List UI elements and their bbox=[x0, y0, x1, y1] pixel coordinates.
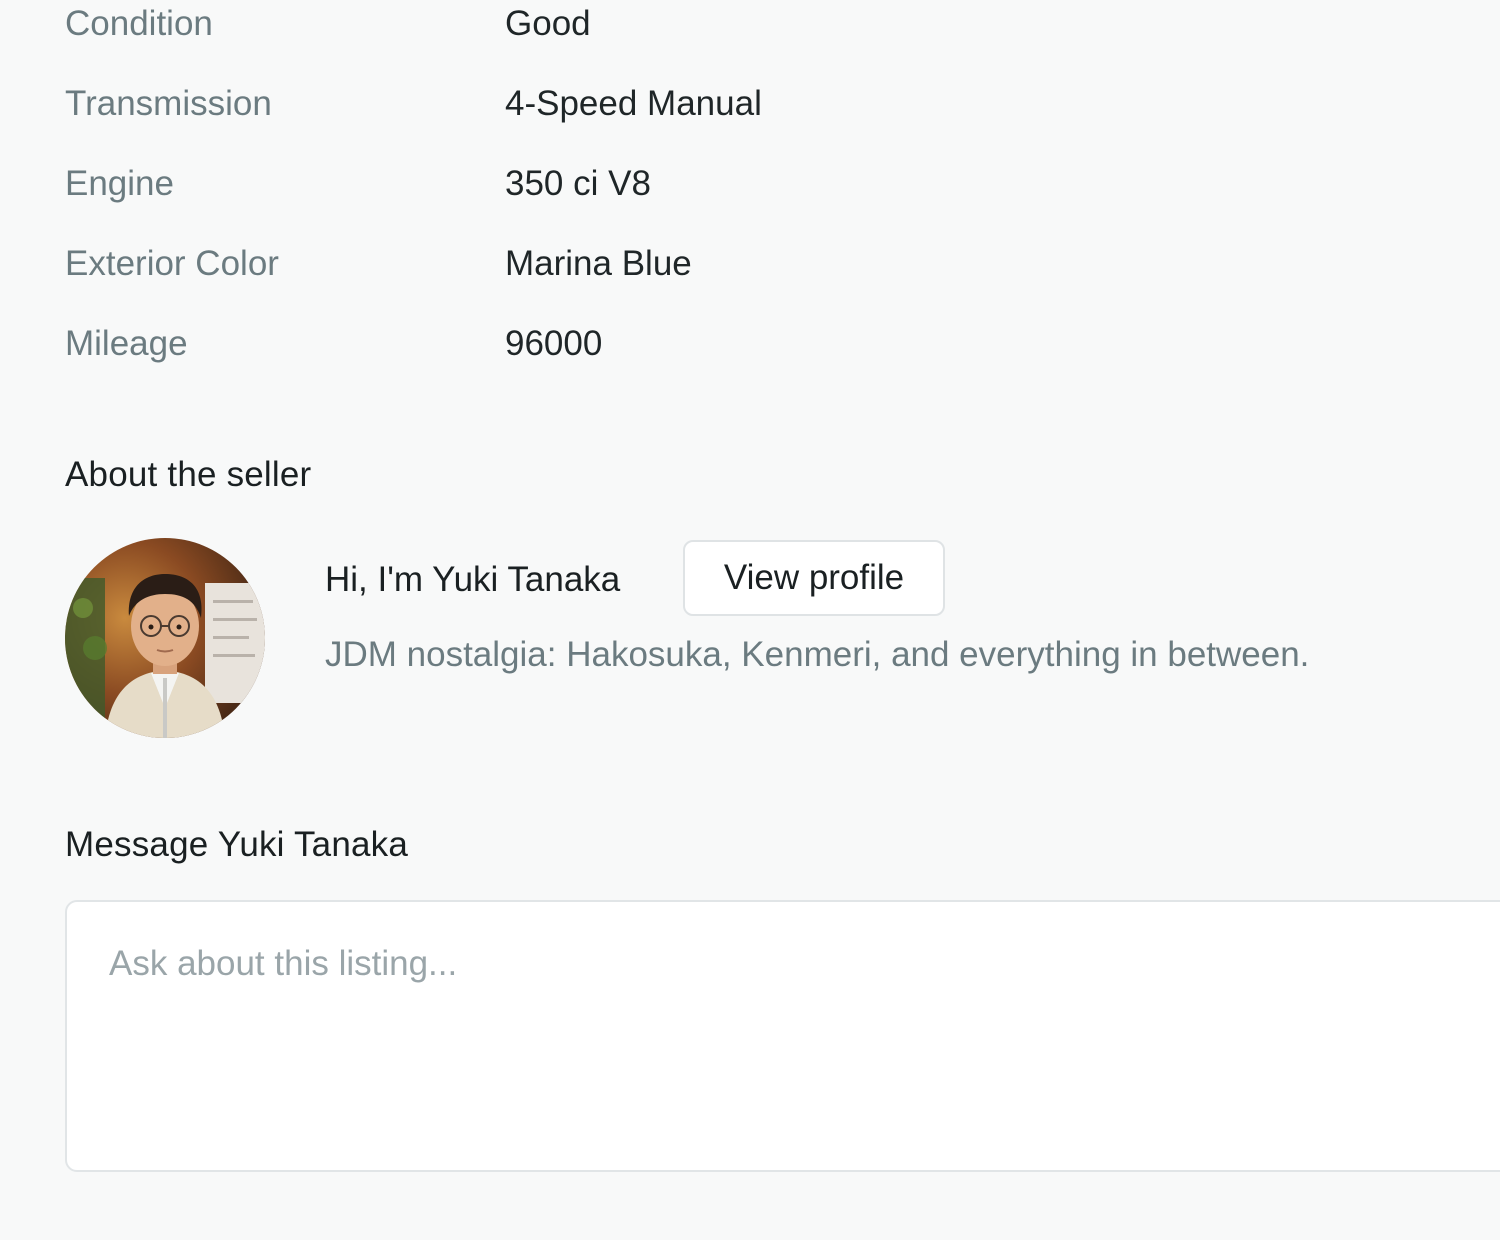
listing-details-page: Condition Good Transmission 4-Speed Manu… bbox=[0, 0, 1500, 1240]
spec-value: 350 ci V8 bbox=[505, 164, 651, 203]
spec-value: 96000 bbox=[505, 324, 603, 363]
spec-value: 4-Speed Manual bbox=[505, 84, 762, 123]
spec-row-engine: Engine 350 ci V8 bbox=[65, 160, 1265, 240]
vehicle-specs-list: Condition Good Transmission 4-Speed Manu… bbox=[65, 0, 1265, 400]
about-seller-heading: About the seller bbox=[65, 455, 312, 494]
spec-label: Exterior Color bbox=[65, 244, 279, 283]
spec-row-exterior-color: Exterior Color Marina Blue bbox=[65, 240, 1265, 320]
avatar-photo bbox=[65, 538, 265, 738]
message-input[interactable] bbox=[65, 900, 1500, 1172]
spec-label: Condition bbox=[65, 4, 213, 43]
spec-value: Good bbox=[505, 4, 591, 43]
spec-row-condition: Condition Good bbox=[65, 0, 1265, 80]
spec-label: Mileage bbox=[65, 324, 188, 363]
view-profile-button[interactable]: View profile bbox=[683, 540, 945, 616]
seller-bio: JDM nostalgia: Hakosuka, Kenmeri, and ev… bbox=[325, 635, 1310, 674]
seller-avatar[interactable] bbox=[65, 538, 265, 738]
spec-row-transmission: Transmission 4-Speed Manual bbox=[65, 80, 1265, 160]
spec-value: Marina Blue bbox=[505, 244, 692, 283]
seller-greeting: Hi, I'm Yuki Tanaka bbox=[325, 560, 621, 599]
spec-label: Transmission bbox=[65, 84, 272, 123]
message-seller-heading: Message Yuki Tanaka bbox=[65, 825, 409, 864]
spec-label: Engine bbox=[65, 164, 174, 203]
spec-row-mileage: Mileage 96000 bbox=[65, 320, 1265, 400]
